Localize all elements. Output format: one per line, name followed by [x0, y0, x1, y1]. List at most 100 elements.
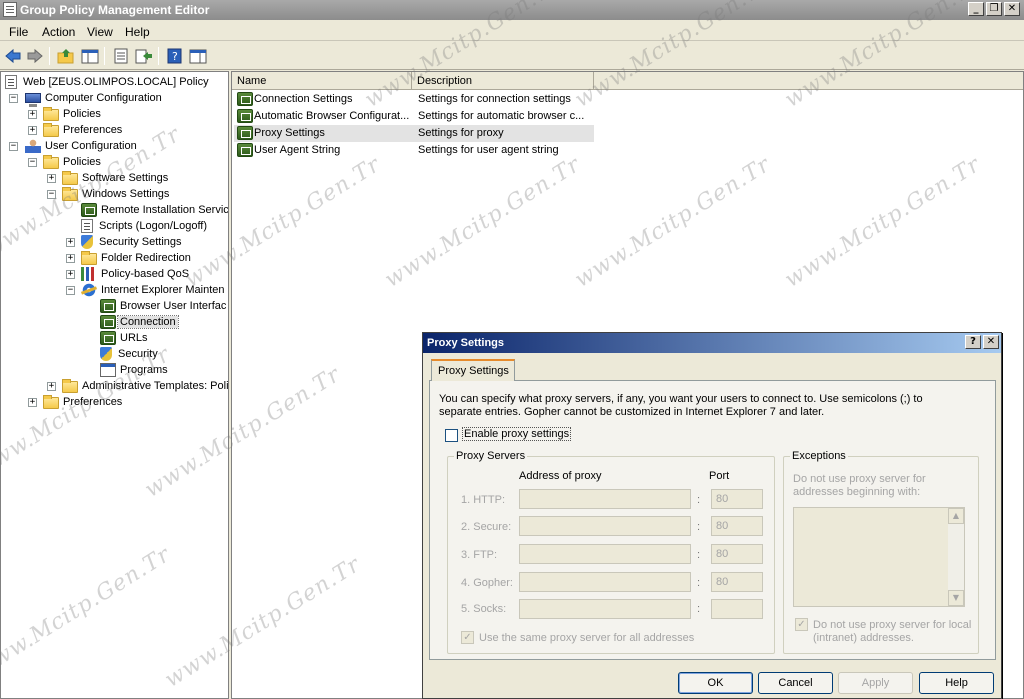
dialog-close-button[interactable]: ✕ — [983, 335, 999, 349]
collapse-toggle[interactable]: − — [66, 286, 75, 295]
expand-toggle[interactable]: + — [47, 382, 56, 391]
tree-item-user-preferences[interactable]: Preferences — [43, 394, 124, 410]
exceptions-group-title: Exceptions — [790, 450, 848, 462]
socks-address-field[interactable] — [519, 599, 691, 619]
scroll-up-button[interactable]: ▲ — [948, 508, 964, 524]
secure-address-field[interactable] — [519, 516, 691, 536]
folder-icon — [81, 250, 97, 265]
same-proxy-checkbox[interactable]: ✓ — [461, 631, 474, 644]
connection-settings-icon — [237, 92, 253, 106]
tree-item-browser-user-interface[interactable]: Browser User Interfac — [100, 298, 228, 314]
list-item-connection-settings[interactable]: Connection Settings Settings for connect… — [234, 91, 594, 108]
export-list-button[interactable] — [134, 46, 154, 66]
expand-toggle[interactable]: + — [47, 174, 56, 183]
menu-file[interactable]: File — [9, 25, 28, 39]
local-addresses-checkbox[interactable]: ✓ — [795, 618, 808, 631]
bar-chart-icon — [81, 267, 97, 281]
tree-item-windows-settings[interactable]: Windows Settings — [62, 186, 171, 202]
expand-toggle[interactable]: + — [66, 270, 75, 279]
back-button[interactable] — [3, 46, 23, 66]
tree-item-administrative-templates[interactable]: Administrative Templates: Poli — [62, 378, 228, 394]
tree-item-user-policies[interactable]: Policies — [43, 154, 103, 170]
restore-button[interactable]: ❐ — [986, 2, 1002, 16]
ok-button[interactable]: OK — [678, 672, 753, 694]
exceptions-scrollbar[interactable]: ▲ ▼ — [948, 508, 964, 606]
tree-item-programs[interactable]: Programs — [100, 362, 170, 378]
http-colon: : — [697, 494, 701, 506]
folder-icon — [62, 170, 78, 185]
collapse-toggle[interactable]: − — [9, 94, 18, 103]
tree-item-computer-preferences[interactable]: Preferences — [43, 122, 124, 138]
gopher-port-field[interactable]: 80 — [711, 572, 763, 592]
tree-item-remote-installation-services[interactable]: Remote Installation Servic — [81, 202, 228, 218]
expand-toggle[interactable]: + — [28, 398, 37, 407]
dialog-title-bar: Proxy Settings ? ✕ — [423, 333, 1001, 353]
list-item-user-agent-string[interactable]: User Agent String Settings for user agen… — [234, 142, 594, 159]
dialog-controls: ? ✕ — [965, 335, 999, 349]
collapse-toggle[interactable]: − — [28, 158, 37, 167]
gopher-address-field[interactable] — [519, 572, 691, 592]
column-header-description[interactable]: Description — [412, 72, 594, 90]
list-item-automatic-browser-configuration[interactable]: Automatic Browser Configurat... Settings… — [234, 108, 594, 125]
up-one-level-button[interactable] — [56, 46, 76, 66]
list-item-proxy-settings[interactable]: Proxy Settings Settings for proxy — [234, 125, 594, 142]
expand-toggle[interactable]: + — [66, 238, 75, 247]
collapse-toggle[interactable]: − — [9, 142, 18, 151]
back-arrow-icon — [5, 48, 21, 64]
http-address-field[interactable] — [519, 489, 691, 509]
tab-proxy-settings[interactable]: Proxy Settings — [431, 359, 515, 381]
cancel-button[interactable]: Cancel — [758, 672, 833, 694]
menu-action[interactable]: Action — [42, 25, 75, 39]
scroll-down-button[interactable]: ▼ — [948, 590, 964, 606]
menu-help[interactable]: Help — [125, 25, 150, 39]
enable-proxy-label[interactable]: Enable proxy settings — [461, 427, 572, 441]
column-header-name[interactable]: Name — [232, 72, 412, 90]
tree-item-internet-explorer-maintenance[interactable]: Internet Explorer Mainten — [81, 282, 227, 298]
expand-toggle[interactable]: + — [66, 254, 75, 263]
toolbar-separator — [104, 47, 105, 65]
ftp-port-field[interactable]: 80 — [711, 544, 763, 564]
tree-item-connection[interactable]: Connection — [100, 314, 179, 330]
urls-icon — [100, 331, 116, 345]
tree-root[interactable]: Web [ZEUS.OLIMPOS.LOCAL] Policy — [5, 74, 211, 90]
menu-bar: File Action View Help — [0, 21, 1024, 41]
same-proxy-label[interactable]: Use the same proxy server for all addres… — [479, 632, 694, 644]
secure-port-field[interactable]: 80 — [711, 516, 763, 536]
folder-icon — [62, 378, 78, 393]
help-toolbar-button[interactable]: ? — [165, 46, 185, 66]
tree-item-computer-policies[interactable]: Policies — [43, 106, 103, 122]
tree-item-software-settings[interactable]: Software Settings — [62, 170, 170, 186]
properties-button[interactable] — [111, 46, 131, 66]
local-addresses-label[interactable]: Do not use proxy server for local (intra… — [813, 619, 973, 645]
collapse-toggle[interactable]: − — [47, 190, 56, 199]
close-button[interactable]: ✕ — [1004, 2, 1020, 16]
export-list-icon — [135, 49, 152, 64]
title-bar: Group Policy Management Editor _ ❐ ✕ — [0, 0, 1024, 20]
show-action-pane-button[interactable] — [188, 46, 208, 66]
app-icon — [3, 2, 17, 17]
tree-item-computer-configuration[interactable]: Computer Configuration — [25, 90, 164, 107]
forward-button[interactable] — [25, 46, 45, 66]
tree-item-security-settings[interactable]: Security Settings — [81, 234, 184, 250]
secure-label: 2. Secure: — [461, 521, 512, 533]
http-port-field[interactable]: 80 — [711, 489, 763, 509]
tree-item-urls[interactable]: URLs — [100, 330, 150, 346]
socks-port-field[interactable] — [711, 599, 763, 619]
expand-toggle[interactable]: + — [28, 110, 37, 119]
tree-item-user-configuration[interactable]: User Configuration — [25, 138, 139, 154]
dialog-help-button[interactable]: ? — [965, 335, 981, 349]
tree-item-policy-based-qos[interactable]: Policy-based QoS — [81, 266, 191, 282]
apply-button[interactable]: Apply — [838, 672, 913, 694]
exceptions-textarea[interactable]: ▲ ▼ — [793, 507, 965, 607]
tree-item-scripts[interactable]: Scripts (Logon/Logoff) — [81, 218, 209, 234]
expand-toggle[interactable]: + — [28, 126, 37, 135]
menu-view[interactable]: View — [87, 25, 113, 39]
tree-item-ie-security[interactable]: Security — [100, 346, 160, 362]
enable-proxy-checkbox[interactable] — [445, 429, 458, 442]
show-hide-console-tree-button[interactable] — [80, 46, 100, 66]
tree-item-folder-redirection[interactable]: Folder Redirection — [81, 250, 193, 266]
ftp-address-field[interactable] — [519, 544, 691, 564]
help-button[interactable]: Help — [919, 672, 994, 694]
console-tree[interactable]: Web [ZEUS.OLIMPOS.LOCAL] Policy − Comput… — [0, 71, 229, 699]
minimize-button[interactable]: _ — [968, 2, 984, 16]
